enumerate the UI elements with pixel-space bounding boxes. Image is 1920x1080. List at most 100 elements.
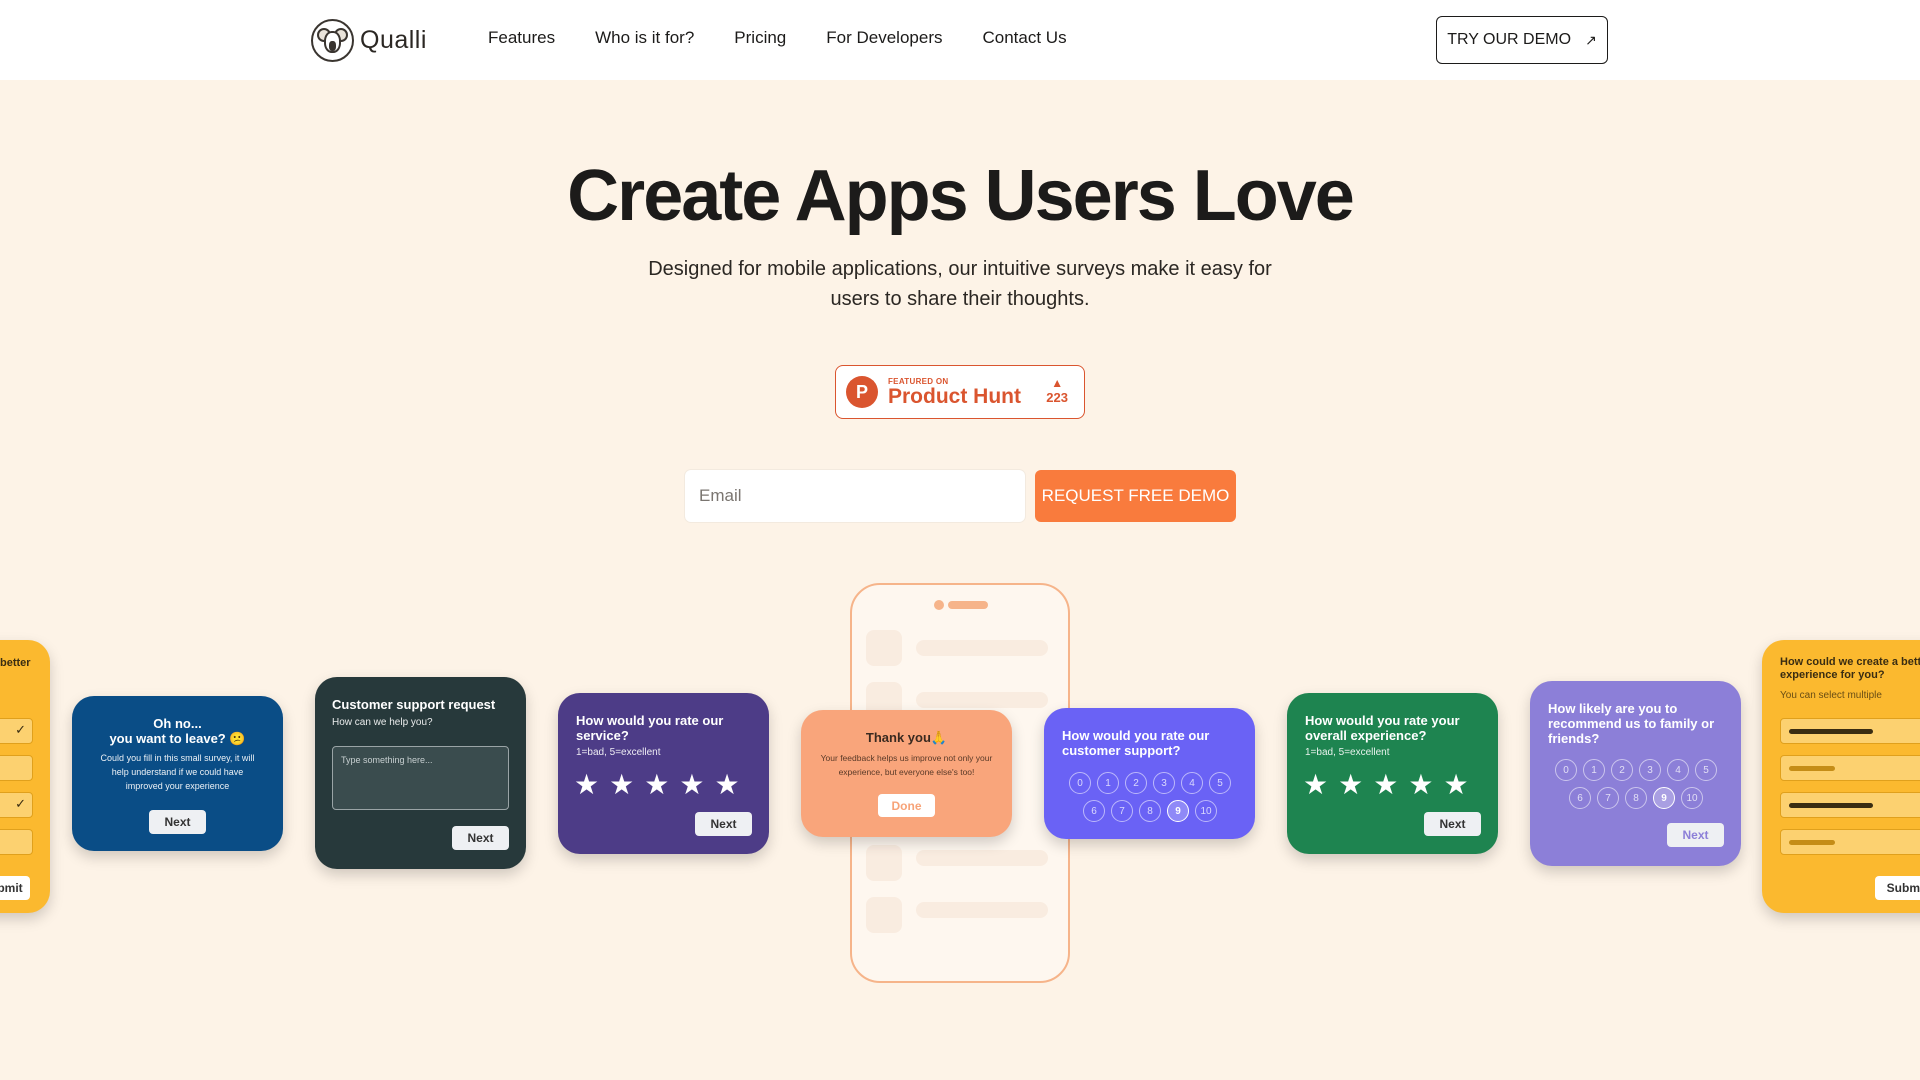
koala-logo-icon xyxy=(311,18,354,62)
option-text-placeholder xyxy=(1789,803,1873,808)
next-button[interactable]: Next xyxy=(1424,812,1481,836)
placeholder-block xyxy=(866,845,902,881)
option-text-placeholder xyxy=(1789,840,1835,845)
score-option[interactable]: 8 xyxy=(1625,787,1647,809)
survey-card-thank-you: Thank you🙏 Your feedback helps us improv… xyxy=(801,710,1012,837)
score-option[interactable]: 6 xyxy=(1569,787,1591,809)
score-option[interactable]: 10 xyxy=(1195,800,1217,822)
option-row[interactable] xyxy=(1780,829,1920,855)
score-options: 0 1 2 3 4 5 6 7 8 9 10 xyxy=(1546,759,1726,809)
score-options: 0 1 2 3 4 5 6 7 8 9 10 xyxy=(1060,772,1240,822)
survey-card-support-rating: How would you rate our customer support?… xyxy=(1044,708,1255,839)
score-option[interactable]: 2 xyxy=(1125,772,1147,794)
card-title: How likely are you to recommend us to fa… xyxy=(1548,701,1715,746)
product-hunt-text: FEATURED ON Product Hunt xyxy=(888,377,1021,408)
score-option[interactable]: 8 xyxy=(1139,800,1161,822)
star-icon[interactable]: ★ xyxy=(609,771,634,799)
score-option[interactable]: 3 xyxy=(1153,772,1175,794)
site-header: Qualli Features Who is it for? Pricing F… xyxy=(0,0,1920,80)
nav-pricing[interactable]: Pricing xyxy=(734,28,786,48)
done-button[interactable]: Done xyxy=(878,794,935,817)
star-rating[interactable]: ★ ★ ★ ★ ★ xyxy=(1303,771,1469,799)
upvote-triangle-icon: ▲ xyxy=(1051,376,1064,390)
request-free-demo-button[interactable]: REQUEST FREE DEMO xyxy=(1035,470,1236,522)
option-row[interactable]: ✓ xyxy=(0,792,33,818)
score-option-selected[interactable]: 9 xyxy=(1167,800,1189,822)
card-subtitle: 1=bad, 5=excellent xyxy=(1305,747,1390,758)
next-button[interactable]: Next xyxy=(695,812,752,836)
card-title: Customer support request xyxy=(332,697,496,712)
score-option[interactable]: 6 xyxy=(1083,800,1105,822)
option-row[interactable]: ✓ xyxy=(1780,792,1920,818)
card-title: How would you rate our customer support? xyxy=(1062,728,1210,758)
product-hunt-name: Product Hunt xyxy=(888,384,1021,408)
score-option[interactable]: 7 xyxy=(1111,800,1133,822)
submit-button[interactable]: bmit xyxy=(0,876,30,900)
card-body: Could you fill in this small survey, it … xyxy=(100,753,255,791)
option-row[interactable]: ✓ xyxy=(1780,718,1920,744)
score-option[interactable]: 1 xyxy=(1097,772,1119,794)
score-option[interactable]: 4 xyxy=(1667,759,1689,781)
next-button[interactable]: Next xyxy=(1667,823,1724,847)
star-icon[interactable]: ★ xyxy=(1408,771,1433,799)
score-option[interactable]: 5 xyxy=(1695,759,1717,781)
next-button[interactable]: Next xyxy=(452,826,509,850)
email-input[interactable] xyxy=(685,470,1025,522)
hero-title: Create Apps Users Love xyxy=(567,156,1355,236)
survey-card-support: Customer support request How can we help… xyxy=(315,677,526,869)
brand-logo[interactable]: Qualli xyxy=(311,17,427,63)
score-option[interactable]: 2 xyxy=(1611,759,1633,781)
star-icon[interactable]: ★ xyxy=(1303,771,1328,799)
card-title: better xyxy=(0,657,31,669)
star-icon[interactable]: ★ xyxy=(714,771,739,799)
survey-card-service-rating: How would you rate our service? 1=bad, 5… xyxy=(558,693,769,854)
card-subtitle: You can select multiple xyxy=(1780,690,1882,701)
nav-contact-us[interactable]: Contact Us xyxy=(982,28,1066,48)
product-hunt-votes: ▲ 223 xyxy=(1046,376,1068,405)
nav-who-is-it-for[interactable]: Who is it for? xyxy=(595,28,694,48)
card-subtitle: How can we help you? xyxy=(332,717,433,728)
support-textarea[interactable]: Type something here... xyxy=(332,746,509,810)
placeholder-block xyxy=(866,897,902,933)
survey-card-recommend: How likely are you to recommend us to fa… xyxy=(1530,681,1741,866)
card-title: Thank you🙏 xyxy=(865,730,948,745)
score-option[interactable]: 5 xyxy=(1209,772,1231,794)
survey-card-overall-rating: How would you rate your overall experien… xyxy=(1287,693,1498,854)
option-row[interactable] xyxy=(0,755,33,781)
score-option[interactable]: 4 xyxy=(1181,772,1203,794)
phone-speaker xyxy=(948,601,988,609)
product-hunt-icon: P xyxy=(846,376,878,408)
score-option[interactable]: 0 xyxy=(1069,772,1091,794)
survey-card-multiselect-left: better ✓ ✓ bmit xyxy=(0,640,50,913)
star-icon[interactable]: ★ xyxy=(1373,771,1398,799)
nav-features[interactable]: Features xyxy=(488,28,555,48)
score-option[interactable]: 1 xyxy=(1583,759,1605,781)
placeholder-block xyxy=(866,630,902,666)
option-row[interactable] xyxy=(1780,755,1920,781)
score-option[interactable]: 10 xyxy=(1681,787,1703,809)
card-title: How could we create a bette experience f… xyxy=(1780,656,1920,681)
score-option[interactable]: 0 xyxy=(1555,759,1577,781)
star-icon[interactable]: ★ xyxy=(1338,771,1363,799)
star-icon[interactable]: ★ xyxy=(1443,771,1468,799)
option-text-placeholder xyxy=(1789,766,1835,771)
card-title: Oh no... you want to leave? 😕 xyxy=(109,716,246,746)
brand-name: Qualli xyxy=(360,25,427,54)
vote-count: 223 xyxy=(1046,390,1068,405)
option-row[interactable]: ✓ xyxy=(0,718,33,744)
card-subtitle: 1=bad, 5=excellent xyxy=(576,747,661,758)
nav-for-developers[interactable]: For Developers xyxy=(826,28,942,48)
score-option[interactable]: 3 xyxy=(1639,759,1661,781)
next-button[interactable]: Next xyxy=(149,810,206,834)
star-icon[interactable]: ★ xyxy=(644,771,669,799)
star-icon[interactable]: ★ xyxy=(679,771,704,799)
option-row[interactable] xyxy=(0,829,33,855)
star-rating[interactable]: ★ ★ ★ ★ ★ xyxy=(574,771,740,799)
submit-button[interactable]: Submi xyxy=(1875,876,1920,900)
star-icon[interactable]: ★ xyxy=(574,771,599,799)
score-option[interactable]: 7 xyxy=(1597,787,1619,809)
product-hunt-badge[interactable]: P FEATURED ON Product Hunt ▲ 223 xyxy=(835,365,1085,419)
try-demo-button[interactable]: TRY OUR DEMO ↗ xyxy=(1436,16,1608,64)
check-icon: ✓ xyxy=(15,722,26,737)
score-option-selected[interactable]: 9 xyxy=(1653,787,1675,809)
